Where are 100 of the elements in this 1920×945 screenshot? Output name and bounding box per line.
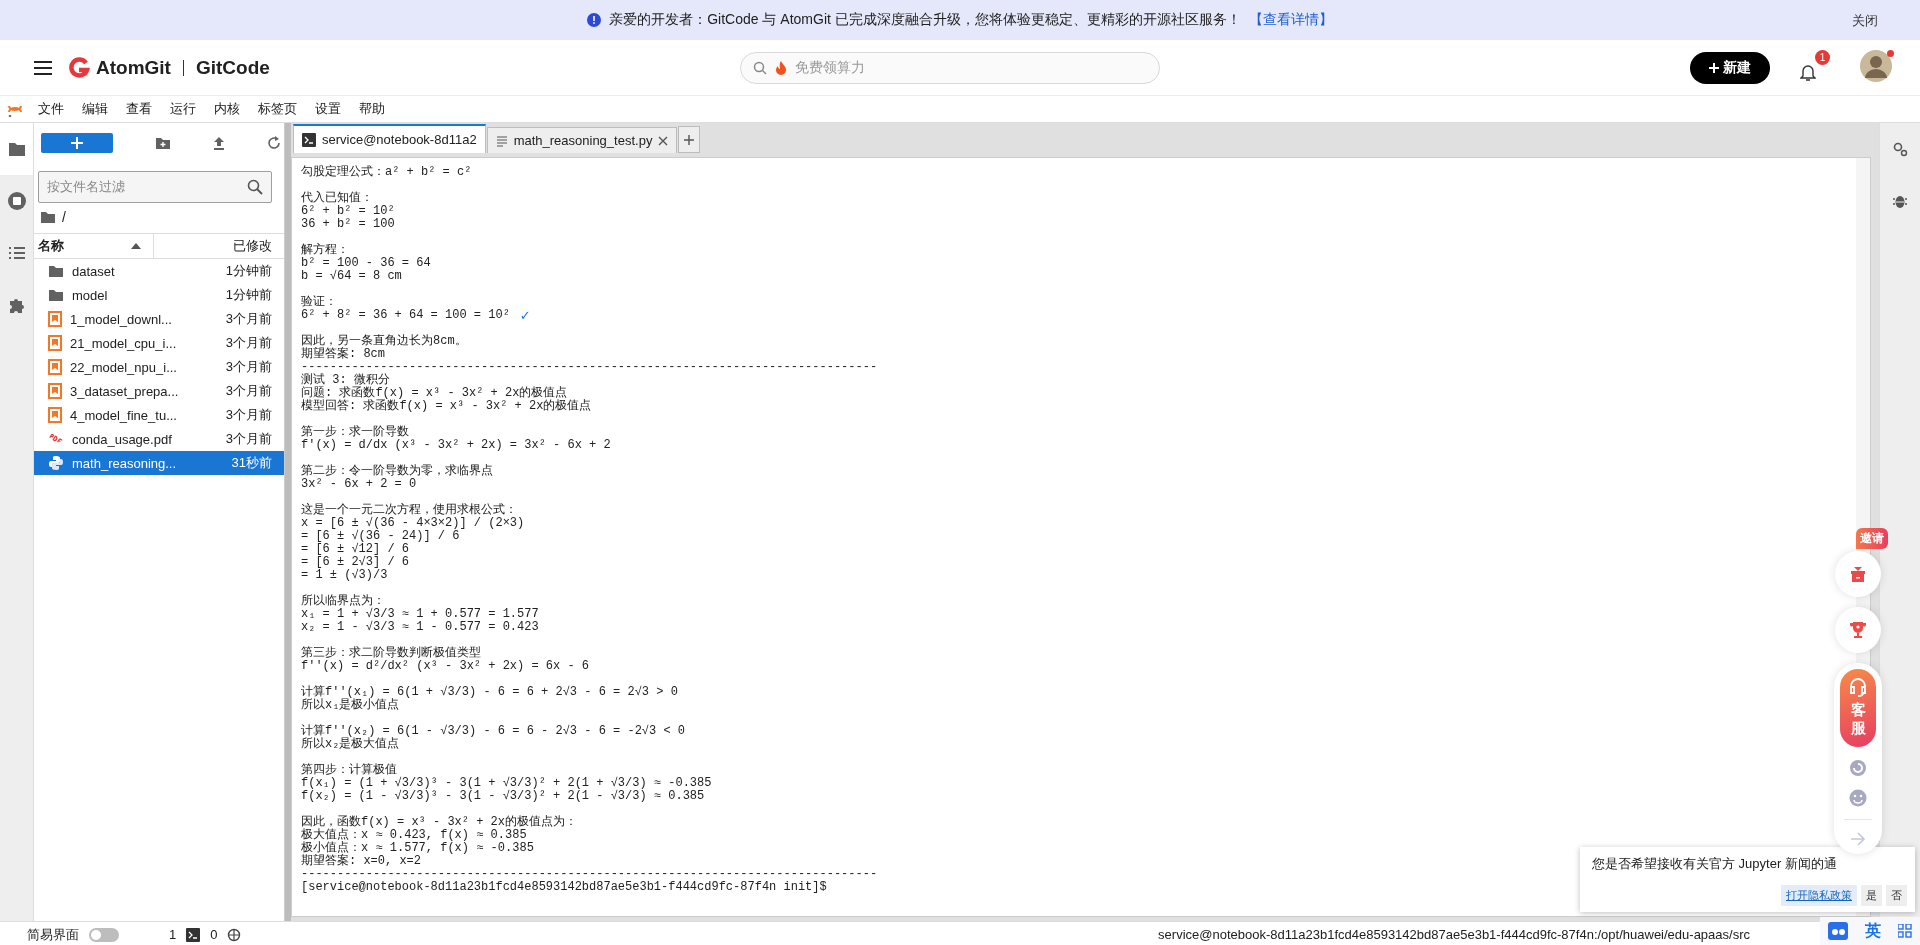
terminal-line: [service@notebook-8d11a23b1fcd4e8593142bd87ae5e3b1-f444cd9fc-87f4n init]$	[301, 881, 827, 894]
notebook-icon	[48, 311, 62, 327]
upload-icon[interactable]	[213, 136, 225, 150]
terminal-line: 测试 3: 微积分	[301, 374, 390, 387]
menu-item[interactable]: 设置	[313, 98, 343, 120]
file-row[interactable]: 4_model_fine_tu... 3个月前	[34, 403, 284, 427]
kernel-icon	[227, 927, 242, 942]
avatar-icon[interactable]	[1860, 50, 1892, 82]
modified-time: 3个月前	[225, 406, 272, 424]
file-name: 4_model_fine_tu...	[70, 407, 178, 423]
folder-icon	[48, 288, 64, 302]
customer-service-button[interactable]: 客服	[1840, 669, 1876, 747]
new-launcher-button[interactable]	[41, 133, 113, 153]
terminal-line: 所以临界点为：	[301, 595, 385, 608]
editor-tab[interactable]: math_reasoning_test.py	[486, 127, 678, 153]
terminal-line: f''(x) = d²/dx² (x³ - 3x² + 2x) = 6x - 6	[301, 660, 590, 673]
terminal-line: 计算f''(x₂) = 6(1 - √3/3) - 6 = 6 - 2√3 - 6 = -2√3 < 0	[301, 725, 686, 738]
terminal-line: f(x₁) = (1 + √3/3)³ - 3(1 + √3/3)² + 2(1 + √3/3) ≈ -0.385	[301, 777, 712, 790]
grid-icon[interactable]	[1897, 924, 1912, 938]
file-row[interactable]: math_reasoning... 31秒前	[34, 451, 284, 475]
search-placeholder: 免费领算力	[794, 58, 865, 77]
terminal-line: 6² + 8² = 36 + 64 = 100 = 10²	[301, 309, 510, 322]
file-name: model	[72, 287, 109, 303]
terminal-line: 6² + b² = 10²	[301, 205, 395, 218]
notification-button[interactable]: 否	[1886, 885, 1907, 906]
file-row[interactable]: conda_usage.pdf 3个月前	[34, 427, 284, 451]
terminal-line: --------------------------------------------------------------------------------	[301, 868, 878, 881]
editor-tab[interactable]: service@notebook-8d11a2	[293, 124, 486, 153]
close-link[interactable]: 关闭	[1852, 12, 1878, 30]
notebook-icon	[48, 383, 62, 399]
file-row[interactable]: 22_model_npu_i... 3个月前	[34, 355, 284, 379]
notification-text: 您是否希望接收有关官方 Jupyter 新闻的通	[1592, 855, 1838, 873]
file-row[interactable]: model 1分钟前	[34, 283, 284, 307]
file-row[interactable]: 21_model_cpu_i... 3个月前	[34, 331, 284, 355]
simple-mode-label: 简易界面	[27, 925, 79, 944]
menu-item[interactable]: 运行	[168, 98, 198, 120]
puzzle-icon[interactable]	[7, 296, 26, 314]
menu-item[interactable]: 编辑	[80, 98, 110, 120]
refresh-icon[interactable]	[267, 136, 281, 150]
invite-badge[interactable]: 邀请	[1856, 528, 1888, 549]
file-row[interactable]: 1_model_downl... 3个月前	[34, 307, 284, 331]
new-folder-icon[interactable]	[155, 136, 171, 150]
file-name: 21_model_cpu_i...	[70, 335, 178, 351]
file-row[interactable]: dataset 1分钟前	[34, 259, 284, 283]
details-link[interactable]: 【查看详情】	[1248, 11, 1333, 29]
file-icon	[495, 134, 508, 147]
file-name: 22_model_npu_i...	[70, 359, 178, 375]
ime-logo-icon[interactable]	[1828, 922, 1849, 940]
menu-icon[interactable]	[34, 59, 52, 76]
terminal-line: --------------------------------------------------------------------------------	[301, 361, 878, 374]
notification-button[interactable]: 打开隐私政策	[1781, 885, 1857, 906]
trophy-icon	[1849, 621, 1867, 639]
toggle-switch[interactable]	[89, 927, 119, 942]
bell-icon[interactable]	[1800, 63, 1816, 82]
menu-item[interactable]: 标签页	[256, 98, 299, 120]
ime-mode[interactable]: 英	[1865, 920, 1881, 942]
modified-time: 31秒前	[231, 454, 272, 472]
terminal-line: 计算f''(x₁) = 6(1 + √3/3) - 6 = 6 + 2√3 - 6 = 2√3 > 0	[301, 686, 678, 699]
terminal-line: f'(x) = d/dx (x³ - 3x² + 2x) = 3x² - 6x + 2	[301, 439, 611, 452]
check-mark: ✓	[519, 309, 531, 322]
flame-icon	[774, 60, 787, 75]
stop-icon[interactable]	[6, 191, 27, 211]
filter-placeholder: 按文件名过滤	[47, 178, 125, 196]
folder-icon[interactable]	[7, 141, 26, 157]
terminal-line: 勾股定理公式：a² + b² = c²	[301, 166, 472, 179]
modified-time: 1分钟前	[225, 286, 272, 304]
terminal-line: = 1 ± (√3)/3	[301, 569, 388, 582]
search-icon	[247, 179, 263, 195]
search-icon	[752, 60, 767, 75]
menu-item[interactable]: 文件	[36, 98, 66, 120]
menu-item[interactable]: 帮助	[357, 98, 387, 120]
menu-item[interactable]: 内核	[212, 98, 242, 120]
bug-icon[interactable]	[1893, 193, 1907, 209]
column-header[interactable]: 已修改	[154, 237, 284, 255]
add-tab-button[interactable]	[678, 126, 701, 153]
list-icon[interactable]	[7, 246, 26, 260]
file-name: math_reasoning...	[72, 455, 178, 471]
plus-icon	[71, 137, 83, 149]
terminal-icon	[186, 927, 201, 942]
file-name: 1_model_downl...	[70, 311, 173, 327]
kernel-count: 0	[210, 927, 218, 942]
notebook-icon	[48, 407, 62, 423]
terminal-line: 这是一个一元二次方程，使用求根公式：	[301, 504, 517, 517]
terminal-line: 36 + b² = 100	[301, 218, 395, 231]
brand-name: AtomGit	[96, 56, 171, 79]
notification-button[interactable]: 是	[1861, 885, 1882, 906]
breadcrumb[interactable]: /	[62, 209, 66, 225]
gift-icon	[1849, 566, 1867, 582]
column-header[interactable]: 名称	[38, 237, 64, 255]
file-row[interactable]: 3_dataset_prepa... 3个月前	[34, 379, 284, 403]
terminal-line: 第三步：求二阶导数判断极值类型	[301, 647, 481, 660]
terminal-count: 1	[169, 927, 177, 942]
terminal-line: = [6 ± 2√3] / 6	[301, 556, 410, 569]
close-icon[interactable]	[658, 135, 669, 146]
terminal-icon	[302, 132, 316, 147]
terminal-line: 极小值点：x ≈ 1.577, f(x) ≈ -0.385	[301, 842, 534, 855]
sidebar-tab[interactable]	[0, 123, 33, 175]
menu-item[interactable]: 查看	[124, 98, 154, 120]
terminal-line: x₁ = 1 + √3/3 ≈ 1 + 0.577 = 1.577	[301, 608, 539, 621]
new-button[interactable]: 新建	[1690, 51, 1770, 84]
